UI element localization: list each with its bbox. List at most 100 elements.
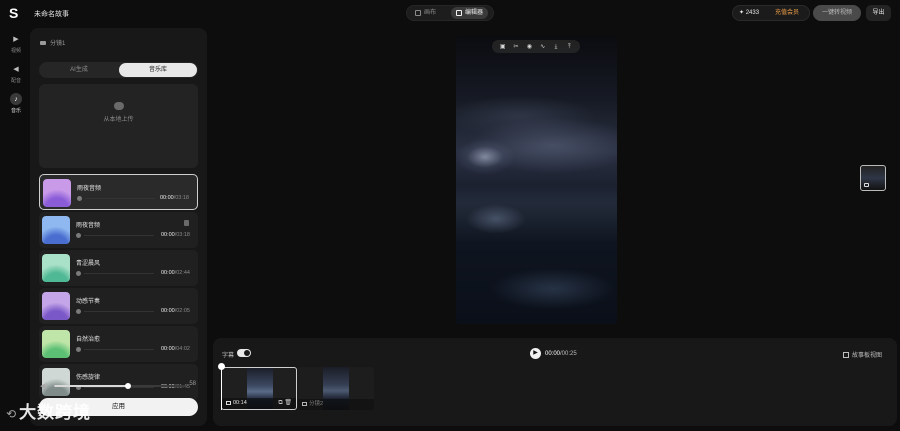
track-duration: /02:44 bbox=[174, 270, 190, 276]
track-item[interactable]: 自然治愈 00:00/04:02 bbox=[39, 326, 198, 362]
volume-slider[interactable] bbox=[54, 383, 186, 389]
eye-icon[interactable]: ◉ bbox=[525, 43, 533, 51]
track-progress[interactable] bbox=[85, 198, 155, 199]
track-progress-dot[interactable] bbox=[76, 233, 81, 238]
magic-wand-icon[interactable]: ∿ bbox=[539, 43, 547, 51]
subtitle-label: 字幕 bbox=[222, 353, 235, 359]
track-duration: /02:05 bbox=[174, 308, 190, 314]
timeline: 字幕 ▶ 00:00/00:25 故事板视图 00:14 ⧉ 🗑 分镜2 bbox=[213, 338, 897, 426]
track-duration: /04:02 bbox=[174, 346, 190, 352]
volume-knob[interactable] bbox=[125, 383, 132, 389]
grid-icon bbox=[842, 351, 849, 358]
track-time: 00:00/04:02 bbox=[161, 346, 190, 352]
timecode-total: /00:25 bbox=[560, 351, 577, 357]
image-icon bbox=[226, 400, 231, 405]
mode-canvas-button[interactable]: 画布 bbox=[410, 7, 441, 19]
rail-item-music[interactable]: ♪ 音乐 bbox=[5, 93, 27, 123]
moon-reflection bbox=[466, 204, 526, 234]
track-time: 00:00/02:44 bbox=[161, 270, 190, 276]
track-cover bbox=[42, 292, 70, 320]
watermark: ⟲ 大数跨境 bbox=[6, 398, 91, 423]
mode-switch: 画布 编辑器 bbox=[406, 5, 494, 21]
tab-ai-generate[interactable]: AI生成 bbox=[40, 63, 118, 77]
volume-fill bbox=[54, 385, 129, 387]
clip-label: 分镜2 bbox=[309, 401, 324, 407]
shot-thumbnail[interactable] bbox=[860, 165, 886, 191]
trash-icon[interactable]: 🗑 bbox=[284, 400, 292, 406]
timecode-current: 00:00 bbox=[545, 351, 561, 357]
track-progress-dot[interactable] bbox=[76, 309, 81, 314]
left-rail: ▶ 视频 ◀ 配音 ♪ 音乐 bbox=[5, 33, 27, 123]
track-time: 00:00/03:18 bbox=[161, 232, 190, 238]
track-progress[interactable] bbox=[84, 349, 154, 350]
track-current: 00:00 bbox=[160, 308, 175, 314]
mode-editor-label: 编辑器 bbox=[465, 10, 484, 16]
track-item[interactable]: 雨夜音频 00:00/03:18 bbox=[39, 174, 198, 210]
timeline-clip[interactable]: 分镜2 bbox=[298, 367, 374, 410]
waves bbox=[456, 246, 617, 324]
timeline-clip[interactable]: 00:14 ⧉ 🗑 bbox=[221, 367, 297, 410]
copy-icon[interactable]: ⧉ bbox=[278, 400, 282, 406]
rail-item-voice[interactable]: ◀ 配音 bbox=[5, 63, 27, 93]
upload-dropzone[interactable]: 从本地上传 bbox=[39, 84, 198, 168]
track-progress[interactable] bbox=[84, 273, 154, 274]
panel-heading-label: 分镜1 bbox=[50, 41, 66, 47]
track-time: 00:00/03:18 bbox=[160, 195, 189, 201]
track-progress[interactable] bbox=[84, 311, 154, 312]
share-icon[interactable]: ⤒ bbox=[565, 43, 573, 51]
track-list: 雨夜音频 00:00/03:18 雨夜音频 00:00/03:18 青涩晨风 00:00/… bbox=[39, 174, 198, 402]
subtitle-toggle[interactable] bbox=[237, 349, 251, 357]
credits-badge[interactable]: ✦ 2433 充值会员 bbox=[732, 5, 810, 21]
scissors-icon[interactable]: ✂ bbox=[512, 43, 520, 51]
rail-item-label: 音乐 bbox=[10, 108, 21, 114]
track-progress-dot[interactable] bbox=[76, 271, 81, 276]
track-progress-dot[interactable] bbox=[77, 196, 82, 201]
video-preview[interactable]: ▣ ✂ ◉ ∿ ⤓ ⤒ bbox=[456, 36, 617, 324]
generate-video-button[interactable]: 一键转视频 bbox=[813, 5, 861, 21]
download-icon[interactable]: ⤓ bbox=[552, 43, 560, 51]
track-cover bbox=[42, 330, 70, 358]
rail-item-video[interactable]: ▶ 视频 bbox=[5, 33, 27, 63]
image-icon[interactable]: ▣ bbox=[499, 43, 507, 51]
app-logo[interactable]: S bbox=[9, 6, 23, 20]
mode-canvas-label: 画布 bbox=[424, 10, 437, 16]
editor-icon bbox=[456, 10, 462, 16]
track-name: 动感节奏 bbox=[76, 299, 101, 305]
cloud-upload-icon bbox=[113, 102, 124, 110]
track-time: 00:00/02:05 bbox=[161, 308, 190, 314]
track-item[interactable]: 动感节奏 00:00/02:05 bbox=[39, 288, 198, 324]
track-name: 自然治愈 bbox=[76, 337, 101, 343]
track-duration: /03:18 bbox=[173, 195, 189, 201]
clip-tools: ⧉ 🗑 bbox=[278, 399, 292, 407]
music-icon: ♪ bbox=[10, 93, 22, 105]
watermark-text: 大数跨境 bbox=[19, 403, 92, 422]
volume-control: ◀) 58 bbox=[40, 381, 200, 391]
track-current: 00:00 bbox=[160, 270, 175, 276]
timecode: 00:00/00:25 bbox=[545, 351, 577, 357]
track-progress[interactable] bbox=[84, 235, 154, 236]
export-button[interactable]: 导出 bbox=[866, 5, 891, 21]
video-icon: ▶ bbox=[13, 36, 19, 43]
music-panel: 分镜1 AI生成 音乐库 从本地上传 雨夜音频 00:00/03:18 雨夜音频 00… bbox=[30, 28, 207, 426]
playhead bbox=[221, 368, 222, 410]
volume-icon: ◀) bbox=[40, 383, 48, 390]
track-current: 00:00 bbox=[160, 346, 175, 352]
trash-icon[interactable] bbox=[184, 220, 189, 226]
camera-icon bbox=[40, 40, 46, 45]
panel-heading: 分镜1 bbox=[40, 38, 65, 47]
play-button[interactable]: ▶ bbox=[530, 348, 541, 359]
watermark-logo-icon: ⟲ bbox=[6, 407, 18, 421]
track-cover bbox=[42, 254, 70, 282]
track-item[interactable]: 青涩晨风 00:00/02:44 bbox=[39, 250, 198, 286]
mode-editor-button[interactable]: 编辑器 bbox=[451, 7, 489, 19]
tab-music-library[interactable]: 音乐库 bbox=[119, 63, 197, 77]
canvas-icon bbox=[415, 10, 421, 16]
track-cover bbox=[43, 179, 71, 207]
storyboard-view-button[interactable]: 故事板视图 bbox=[842, 350, 882, 359]
track-progress-dot[interactable] bbox=[76, 347, 81, 352]
project-title[interactable]: 未命名故事 bbox=[34, 9, 69, 19]
track-name: 雨夜音频 bbox=[76, 223, 101, 229]
vip-link[interactable]: 充值会员 bbox=[775, 6, 799, 20]
track-item[interactable]: 雨夜音频 00:00/03:18 bbox=[39, 212, 198, 248]
track-name: 伤感旋律 bbox=[76, 375, 101, 381]
